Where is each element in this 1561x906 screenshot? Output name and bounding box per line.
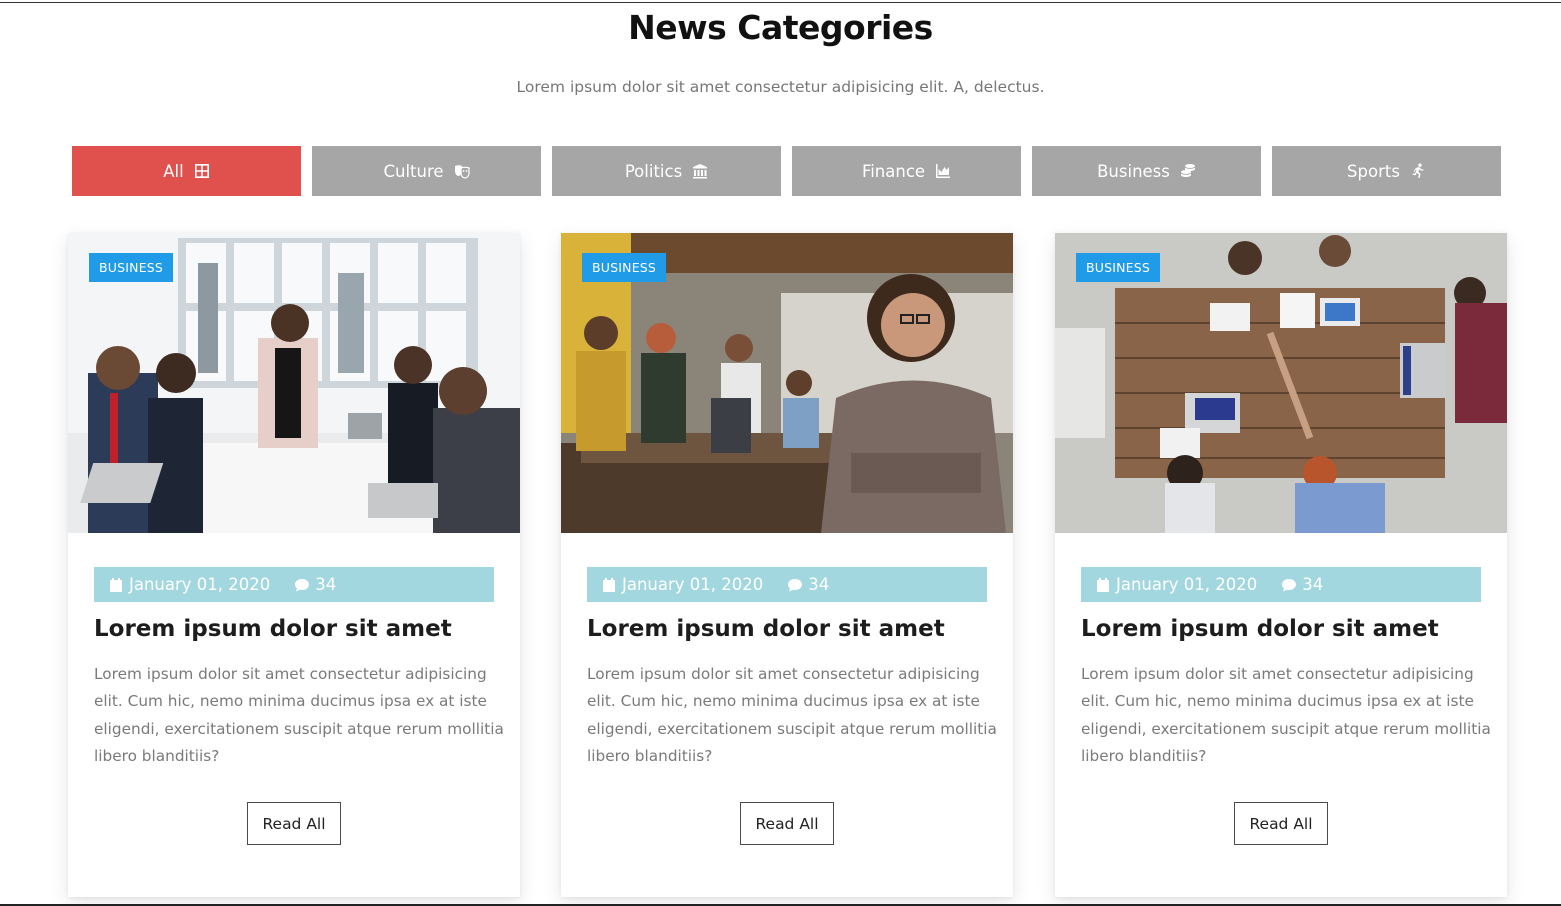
- tab-label: All: [163, 161, 184, 181]
- tab-label: Business: [1097, 161, 1170, 181]
- running-icon: [1412, 163, 1424, 178]
- comment-icon: [788, 578, 803, 591]
- card-title[interactable]: Lorem ipsum dolor sit amet: [94, 616, 504, 642]
- card-image[interactable]: BUSINESS: [1055, 233, 1507, 533]
- category-badge[interactable]: BUSINESS: [1076, 253, 1161, 282]
- coins-icon: [1180, 164, 1195, 177]
- area-chart-icon: [936, 164, 951, 178]
- page-subtitle: Lorem ipsum dolor sit amet consectetur a…: [516, 78, 1045, 96]
- news-card: BUSINESS January 01, 2020 34 Lorem ipsum…: [1055, 233, 1507, 897]
- tab-sports[interactable]: Sports: [1272, 146, 1501, 196]
- card-image[interactable]: BUSINESS: [561, 233, 1013, 533]
- tab-business[interactable]: Business: [1032, 146, 1261, 196]
- meta-comments: 34: [787, 575, 829, 594]
- meta-date: January 01, 2020: [108, 575, 270, 594]
- calendar-icon: [603, 577, 615, 592]
- comment-count: 34: [808, 575, 830, 594]
- post-date: January 01, 2020: [622, 575, 764, 594]
- tab-finance[interactable]: Finance: [792, 146, 1021, 196]
- read-all-button[interactable]: Read All: [247, 802, 341, 845]
- category-badge[interactable]: BUSINESS: [89, 253, 174, 282]
- meta-bar: January 01, 2020 34: [1081, 567, 1481, 602]
- grid-icon: [194, 164, 209, 178]
- comment-icon: [1282, 578, 1297, 591]
- post-date: January 01, 2020: [129, 575, 271, 594]
- tab-all[interactable]: All: [72, 146, 301, 196]
- post-date: January 01, 2020: [1116, 575, 1258, 594]
- tab-culture[interactable]: Culture: [312, 146, 541, 196]
- tab-label: Sports: [1347, 161, 1400, 181]
- card-excerpt: Lorem ipsum dolor sit amet consectetur a…: [94, 665, 504, 765]
- top-divider: [0, 2, 1561, 3]
- meta-date: January 01, 2020: [1095, 575, 1257, 594]
- comment-icon: [295, 578, 310, 591]
- tab-politics[interactable]: Politics: [552, 146, 781, 196]
- card-title[interactable]: Lorem ipsum dolor sit amet: [587, 616, 997, 642]
- landmark-icon: [693, 164, 708, 179]
- meta-bar: January 01, 2020 34: [94, 567, 494, 602]
- news-card: BUSINESS January 01, 2020 34 Lorem ipsum…: [561, 233, 1013, 897]
- tab-label: Politics: [624, 161, 683, 181]
- card-excerpt: Lorem ipsum dolor sit amet consectetur a…: [587, 665, 997, 765]
- category-badge[interactable]: BUSINESS: [582, 253, 667, 282]
- meta-bar: January 01, 2020 34: [587, 567, 987, 602]
- read-all-button[interactable]: Read All: [1234, 802, 1328, 845]
- read-all-button[interactable]: Read All: [740, 802, 834, 845]
- tab-label: Culture: [383, 161, 444, 181]
- comment-count: 34: [1302, 575, 1324, 594]
- card-image[interactable]: BUSINESS: [68, 233, 520, 533]
- calendar-icon: [1097, 577, 1109, 592]
- card-excerpt: Lorem ipsum dolor sit amet consectetur a…: [1081, 665, 1491, 765]
- tab-label: Finance: [861, 161, 926, 181]
- calendar-icon: [110, 577, 122, 592]
- news-card: BUSINESS January 01, 2020 34 Lorem ipsum…: [68, 233, 520, 897]
- comment-count: 34: [315, 575, 337, 594]
- card-title[interactable]: Lorem ipsum dolor sit amet: [1081, 616, 1491, 642]
- page-title: News Categories: [628, 8, 933, 47]
- meta-date: January 01, 2020: [601, 575, 763, 594]
- meta-comments: 34: [294, 575, 336, 594]
- category-tabs: All Culture Politics Finance Business Sp…: [72, 146, 1502, 196]
- theater-masks-icon: [454, 165, 470, 179]
- meta-comments: 34: [1281, 575, 1323, 594]
